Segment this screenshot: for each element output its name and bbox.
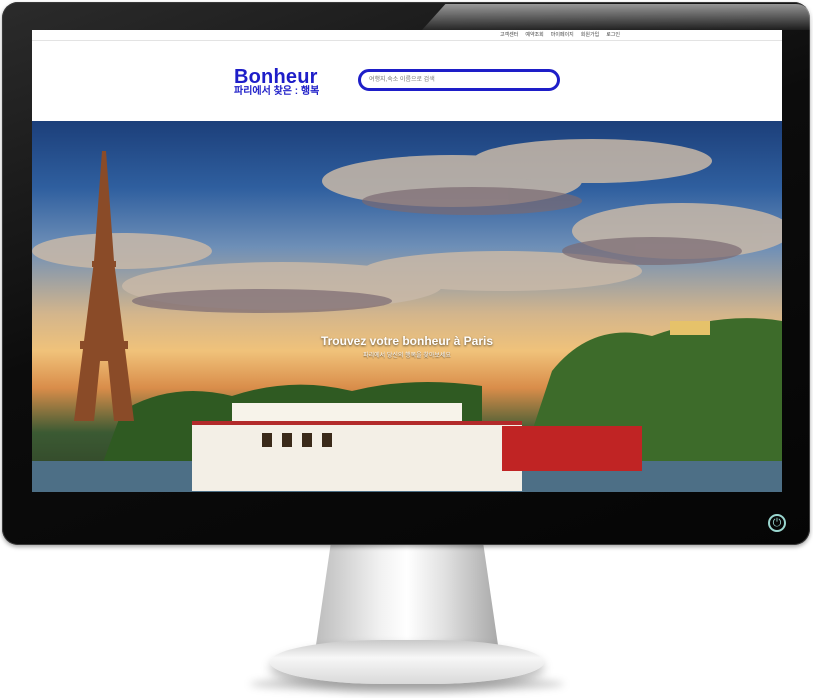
hero-banner: Trouvez votre bonheur à Paris 파리에서 당신의 행… <box>32 121 782 492</box>
site-header: Bonheur 파리에서 찾은 : 행복 <box>32 41 782 121</box>
utility-bar: 고객센터 예약조회 마이페이지 회원가입 로그인 <box>32 30 782 41</box>
bezel-gloss <box>422 4 812 30</box>
util-link-mypage[interactable]: 마이페이지 <box>551 31 574 38</box>
util-link-signup[interactable]: 회원가입 <box>581 31 599 38</box>
power-icon[interactable]: ⏻ <box>768 514 786 532</box>
util-link-reservation[interactable]: 예약조회 <box>525 31 543 38</box>
hero-illustration <box>32 139 782 492</box>
utility-links: 고객센터 예약조회 마이페이지 회원가입 로그인 <box>500 31 620 38</box>
hero-subtitle: 파리에서 당신의 행복을 찾아보세요 <box>363 353 451 359</box>
hero-title: Trouvez votre bonheur à Paris <box>320 334 494 348</box>
monitor-stand-neck <box>316 545 498 645</box>
logo-title: Bonheur <box>234 66 318 88</box>
site-logo[interactable]: Bonheur 파리에서 찾은 : 행복 <box>234 67 319 98</box>
logo-subtitle: 파리에서 찾은 : 행복 <box>234 86 320 97</box>
util-link-login[interactable]: 로그인 <box>606 31 620 38</box>
util-link-customer-center[interactable]: 고객센터 <box>500 31 518 38</box>
monitor-screen: 고객센터 예약조회 마이페이지 회원가입 로그인 Bonheur 파리에서 찾은… <box>32 30 782 492</box>
search-input[interactable] <box>358 69 560 91</box>
monitor-stand-base <box>270 640 544 684</box>
